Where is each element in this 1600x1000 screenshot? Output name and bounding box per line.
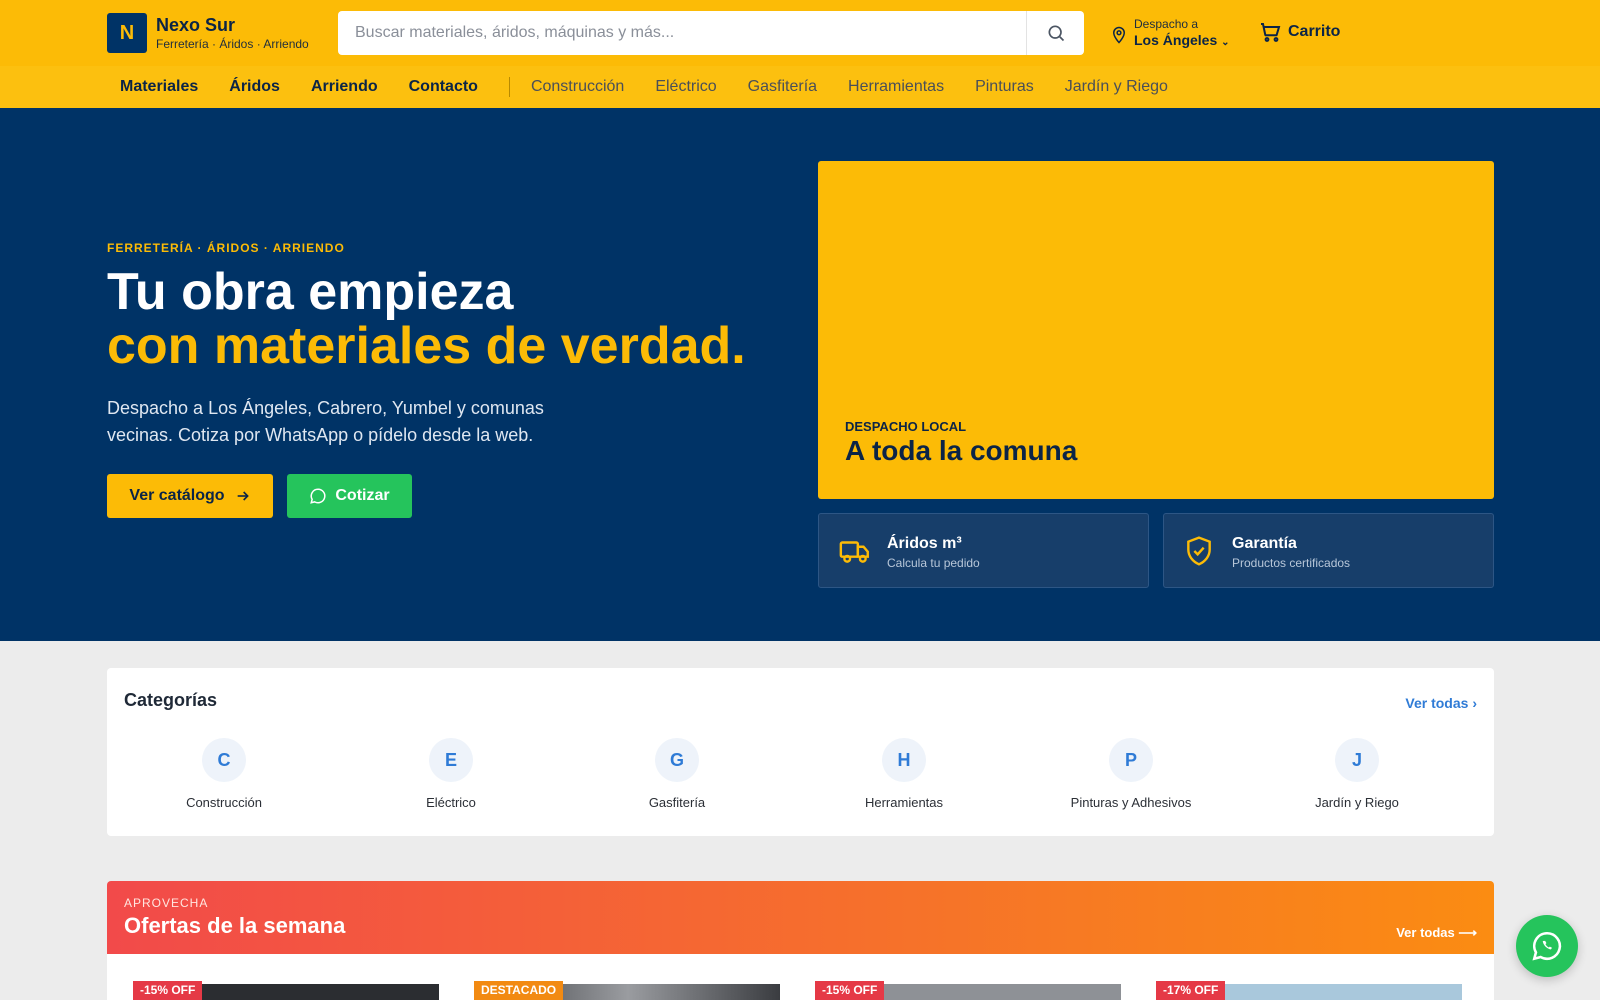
category-label: Gasfitería	[648, 795, 706, 810]
category-label: Jardín y Riego	[1315, 795, 1399, 810]
hero-section: FERRETERÍA · ÁRIDOS · ARRIENDO Tu obra e…	[0, 108, 1600, 641]
nav-item-materiales[interactable]: Materiales	[120, 78, 198, 96]
nav-item-herramientas[interactable]: Herramientas	[848, 78, 944, 96]
chevron-down-icon: ⌄	[1221, 37, 1230, 48]
quote-label: Cotizar	[335, 487, 390, 504]
category-letter-icon: G	[655, 738, 699, 782]
feature-subtitle: Productos certificados	[1232, 556, 1351, 570]
chat-bubble-icon	[310, 488, 326, 504]
nav-item-arriendo[interactable]: Arriendo	[311, 78, 378, 96]
hero-title-line1: Tu obra empieza	[107, 263, 514, 321]
whatsapp-icon	[1532, 931, 1562, 961]
category-construccion[interactable]: C Construcción	[124, 738, 324, 810]
category-letter-icon: J	[1335, 738, 1379, 782]
view-all-label: Ver todas	[1405, 695, 1469, 711]
hero-lead: Despacho a Los Ángeles, Cabrero, Yumbel …	[107, 398, 544, 445]
feature-subtitle: Calcula tu pedido	[887, 556, 980, 570]
offers-tag: APROVECHA	[124, 896, 209, 910]
category-label: Construcción	[186, 795, 262, 810]
offers-view-all-link[interactable]: Ver todas ⟶	[1396, 925, 1477, 941]
quote-whatsapp-button[interactable]: Cotizar	[287, 474, 412, 518]
whatsapp-float-button[interactable]	[1516, 915, 1578, 977]
brand-tagline: Ferretería · Áridos · Arriendo	[156, 37, 309, 51]
view-catalog-label: Ver catálogo	[129, 487, 225, 504]
cart-icon	[1261, 23, 1281, 42]
nav-item-jardin-riego[interactable]: Jardín y Riego	[1065, 78, 1168, 96]
weekly-offers-header: APROVECHA Ofertas de la semana Ver todas…	[107, 881, 1494, 954]
nav-item-construccion[interactable]: Construcción	[531, 78, 624, 96]
promo-tag: DESPACHO LOCAL	[845, 419, 967, 434]
search-button[interactable]	[1026, 11, 1084, 55]
search-input[interactable]	[338, 11, 1026, 55]
search-bar	[338, 11, 1084, 55]
map-pin-icon	[1112, 26, 1126, 44]
shield-check-icon	[1187, 536, 1211, 566]
nav-divider	[508, 77, 510, 97]
nav-item-gasfiteria[interactable]: Gasfitería	[748, 78, 817, 96]
category-pinturas-adhesivos[interactable]: P Pinturas y Adhesivos	[1031, 738, 1231, 810]
category-gasfiteria[interactable]: G Gasfitería	[577, 738, 777, 810]
feature-card-garantia[interactable]: Garantía Productos certificados	[1163, 513, 1494, 588]
delivery-location[interactable]: Despacho a Los Ángeles ⌄	[1110, 17, 1230, 51]
discount-badge: -15% OFF	[133, 981, 203, 1000]
category-letter-icon: E	[429, 738, 473, 782]
feature-title: Garantía	[1232, 535, 1297, 552]
truck-icon	[839, 541, 869, 563]
categories-view-all-link[interactable]: Ver todas ›	[1405, 695, 1477, 711]
category-letter-icon: C	[202, 738, 246, 782]
location-city: Los Ángeles ⌄	[1134, 32, 1230, 51]
nav-links: Materiales Áridos Arriendo Contacto Cons…	[120, 66, 1199, 108]
category-letter-icon: P	[1109, 738, 1153, 782]
arrow-right-icon	[237, 491, 249, 501]
nav-item-electrico[interactable]: Eléctrico	[655, 78, 716, 96]
offers-title: Ofertas de la semana	[124, 913, 346, 938]
categories-panel: Categorías Ver todas › C Construcción E …	[107, 668, 1494, 836]
nav-item-pinturas[interactable]: Pinturas	[975, 78, 1034, 96]
promo-banner[interactable]: DESPACHO LOCAL A toda la comuna	[818, 161, 1494, 499]
category-label: Eléctrico	[426, 795, 476, 810]
hero-eyebrow: FERRETERÍA · ÁRIDOS · ARRIENDO	[107, 241, 345, 255]
view-catalog-button[interactable]: Ver catálogo	[107, 474, 273, 518]
location-label: Despacho a	[1134, 17, 1199, 31]
categories-title: Categorías	[124, 690, 218, 710]
category-label: Pinturas y Adhesivos	[1070, 795, 1192, 810]
chevron-right-icon: ›	[1472, 695, 1477, 711]
brand-name[interactable]: Nexo Sur	[156, 15, 235, 36]
promo-title: A toda la comuna	[845, 435, 1078, 466]
search-icon	[1048, 25, 1064, 42]
discount-badge: -17% OFF	[1156, 981, 1226, 1000]
category-letter-icon: H	[882, 738, 926, 782]
featured-badge: DESTACADO	[474, 981, 564, 1000]
location-city-text: Los Ángeles	[1134, 32, 1218, 48]
feature-card-aridos[interactable]: Áridos m³ Calcula tu pedido	[818, 513, 1149, 588]
hero-title-line2: con materiales de verdad.	[107, 317, 746, 375]
cart-label: Carrito	[1288, 23, 1341, 40]
cart-button[interactable]: Carrito	[1258, 20, 1340, 44]
category-herramientas[interactable]: H Herramientas	[804, 738, 1004, 810]
main-nav: Materiales Áridos Arriendo Contacto Cons…	[0, 66, 1600, 108]
feature-title: Áridos m³	[887, 535, 962, 552]
category-jardin-riego[interactable]: J Jardín y Riego	[1257, 738, 1457, 810]
top-bar: N Nexo Sur Ferretería · Áridos · Arriend…	[0, 0, 1600, 66]
nav-item-contacto[interactable]: Contacto	[409, 78, 478, 96]
logo-icon[interactable]: N	[107, 13, 147, 53]
discount-badge: -15% OFF	[815, 981, 885, 1000]
category-electrico[interactable]: E Eléctrico	[351, 738, 551, 810]
category-label: Herramientas	[864, 795, 944, 810]
nav-item-aridos[interactable]: Áridos	[229, 78, 280, 96]
